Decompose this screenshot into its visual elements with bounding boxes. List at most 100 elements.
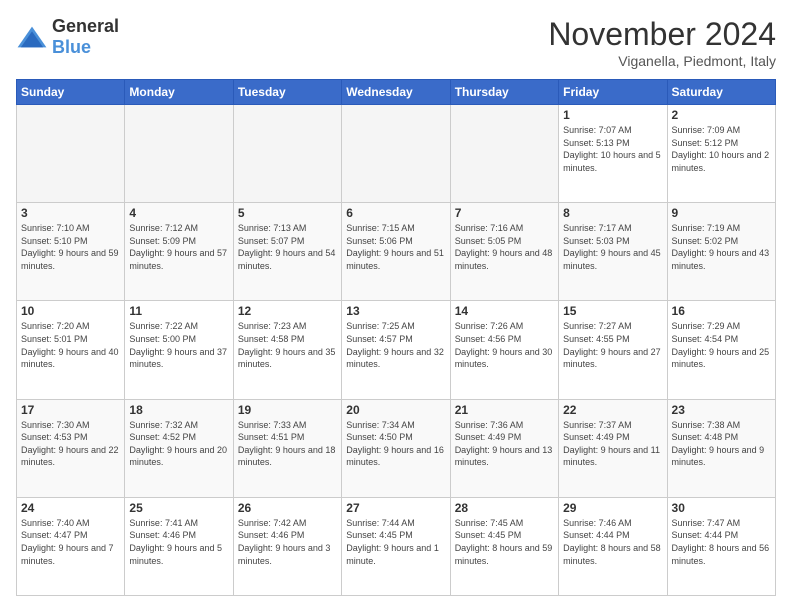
day-info: Sunrise: 7:07 AMSunset: 5:13 PMDaylight:…	[563, 124, 662, 174]
calendar-cell	[17, 105, 125, 203]
calendar-cell: 30 Sunrise: 7:47 AMSunset: 4:44 PMDayligh…	[667, 497, 775, 595]
day-info: Sunrise: 7:36 AMSunset: 4:49 PMDaylight:…	[455, 419, 554, 469]
day-number: 29	[563, 501, 662, 515]
header: General Blue November 2024 Viganella, Pi…	[16, 16, 776, 69]
calendar-cell: 22 Sunrise: 7:37 AMSunset: 4:49 PMDayligh…	[559, 399, 667, 497]
calendar-cell: 2 Sunrise: 7:09 AMSunset: 5:12 PMDaylight…	[667, 105, 775, 203]
calendar-cell: 8 Sunrise: 7:17 AMSunset: 5:03 PMDaylight…	[559, 203, 667, 301]
day-number: 18	[129, 403, 228, 417]
day-number: 3	[21, 206, 120, 220]
day-number: 6	[346, 206, 445, 220]
col-header-monday: Monday	[125, 80, 233, 105]
day-info: Sunrise: 7:19 AMSunset: 5:02 PMDaylight:…	[672, 222, 771, 272]
day-info: Sunrise: 7:23 AMSunset: 4:58 PMDaylight:…	[238, 320, 337, 370]
calendar-cell: 23 Sunrise: 7:38 AMSunset: 4:48 PMDayligh…	[667, 399, 775, 497]
day-number: 4	[129, 206, 228, 220]
calendar-cell: 27Sunrise: 7:44 AMSunset: 4:45 PMDayligh…	[342, 497, 450, 595]
calendar-cell: 5 Sunrise: 7:13 AMSunset: 5:07 PMDaylight…	[233, 203, 341, 301]
day-info: Sunrise: 7:15 AMSunset: 5:06 PMDaylight:…	[346, 222, 445, 272]
day-number: 23	[672, 403, 771, 417]
calendar-cell	[342, 105, 450, 203]
day-number: 12	[238, 304, 337, 318]
day-number: 25	[129, 501, 228, 515]
day-info: Sunrise: 7:46 AMSunset: 4:44 PMDaylight:…	[563, 517, 662, 567]
logo: General Blue	[16, 16, 119, 58]
calendar-cell: 3 Sunrise: 7:10 AMSunset: 5:10 PMDaylight…	[17, 203, 125, 301]
day-number: 5	[238, 206, 337, 220]
day-info: Sunrise: 7:41 AMSunset: 4:46 PMDaylight:…	[129, 517, 228, 567]
calendar-cell: 11 Sunrise: 7:22 AMSunset: 5:00 PMDayligh…	[125, 301, 233, 399]
calendar-cell: 29 Sunrise: 7:46 AMSunset: 4:44 PMDayligh…	[559, 497, 667, 595]
calendar-cell: 25 Sunrise: 7:41 AMSunset: 4:46 PMDayligh…	[125, 497, 233, 595]
day-info: Sunrise: 7:32 AMSunset: 4:52 PMDaylight:…	[129, 419, 228, 469]
logo-blue: Blue	[52, 37, 91, 57]
calendar-week-2: 3 Sunrise: 7:10 AMSunset: 5:10 PMDaylight…	[17, 203, 776, 301]
day-number: 20	[346, 403, 445, 417]
calendar-cell	[450, 105, 558, 203]
day-info: Sunrise: 7:16 AMSunset: 5:05 PMDaylight:…	[455, 222, 554, 272]
logo-general: General	[52, 16, 119, 36]
day-number: 13	[346, 304, 445, 318]
day-info: Sunrise: 7:13 AMSunset: 5:07 PMDaylight:…	[238, 222, 337, 272]
day-number: 22	[563, 403, 662, 417]
month-title: November 2024	[548, 16, 776, 53]
page: General Blue November 2024 Viganella, Pi…	[0, 0, 792, 612]
col-header-wednesday: Wednesday	[342, 80, 450, 105]
location: Viganella, Piedmont, Italy	[548, 53, 776, 69]
day-info: Sunrise: 7:26 AMSunset: 4:56 PMDaylight:…	[455, 320, 554, 370]
day-number: 10	[21, 304, 120, 318]
day-number: 2	[672, 108, 771, 122]
day-info: Sunrise: 7:38 AMSunset: 4:48 PMDaylight:…	[672, 419, 771, 469]
calendar-cell: 12 Sunrise: 7:23 AMSunset: 4:58 PMDayligh…	[233, 301, 341, 399]
day-info: Sunrise: 7:10 AMSunset: 5:10 PMDaylight:…	[21, 222, 120, 272]
calendar-cell: 19Sunrise: 7:33 AMSunset: 4:51 PMDayligh…	[233, 399, 341, 497]
calendar-week-5: 24Sunrise: 7:40 AMSunset: 4:47 PMDayligh…	[17, 497, 776, 595]
calendar-week-3: 10 Sunrise: 7:20 AMSunset: 5:01 PMDayligh…	[17, 301, 776, 399]
day-number: 26	[238, 501, 337, 515]
col-header-saturday: Saturday	[667, 80, 775, 105]
calendar-cell: 10 Sunrise: 7:20 AMSunset: 5:01 PMDayligh…	[17, 301, 125, 399]
calendar-week-1: 1 Sunrise: 7:07 AMSunset: 5:13 PMDaylight…	[17, 105, 776, 203]
day-number: 21	[455, 403, 554, 417]
col-header-sunday: Sunday	[17, 80, 125, 105]
title-section: November 2024 Viganella, Piedmont, Italy	[548, 16, 776, 69]
calendar-cell: 16Sunrise: 7:29 AMSunset: 4:54 PMDayligh…	[667, 301, 775, 399]
day-number: 9	[672, 206, 771, 220]
day-info: Sunrise: 7:42 AMSunset: 4:46 PMDaylight:…	[238, 517, 337, 567]
day-info: Sunrise: 7:34 AMSunset: 4:50 PMDaylight:…	[346, 419, 445, 469]
calendar-cell: 13Sunrise: 7:25 AMSunset: 4:57 PMDayligh…	[342, 301, 450, 399]
day-info: Sunrise: 7:22 AMSunset: 5:00 PMDaylight:…	[129, 320, 228, 370]
day-info: Sunrise: 7:45 AMSunset: 4:45 PMDaylight:…	[455, 517, 554, 567]
calendar-cell: 15Sunrise: 7:27 AMSunset: 4:55 PMDayligh…	[559, 301, 667, 399]
day-number: 15	[563, 304, 662, 318]
calendar-cell: 4 Sunrise: 7:12 AMSunset: 5:09 PMDaylight…	[125, 203, 233, 301]
calendar-cell: 9 Sunrise: 7:19 AMSunset: 5:02 PMDaylight…	[667, 203, 775, 301]
day-number: 7	[455, 206, 554, 220]
calendar-cell	[125, 105, 233, 203]
col-header-friday: Friday	[559, 80, 667, 105]
day-info: Sunrise: 7:44 AMSunset: 4:45 PMDaylight:…	[346, 517, 445, 567]
day-info: Sunrise: 7:12 AMSunset: 5:09 PMDaylight:…	[129, 222, 228, 272]
day-number: 1	[563, 108, 662, 122]
day-number: 14	[455, 304, 554, 318]
day-info: Sunrise: 7:17 AMSunset: 5:03 PMDaylight:…	[563, 222, 662, 272]
day-number: 17	[21, 403, 120, 417]
day-info: Sunrise: 7:47 AMSunset: 4:44 PMDaylight:…	[672, 517, 771, 567]
day-number: 28	[455, 501, 554, 515]
calendar-week-4: 17 Sunrise: 7:30 AMSunset: 4:53 PMDayligh…	[17, 399, 776, 497]
day-info: Sunrise: 7:20 AMSunset: 5:01 PMDaylight:…	[21, 320, 120, 370]
col-header-tuesday: Tuesday	[233, 80, 341, 105]
day-info: Sunrise: 7:09 AMSunset: 5:12 PMDaylight:…	[672, 124, 771, 174]
day-number: 30	[672, 501, 771, 515]
day-number: 11	[129, 304, 228, 318]
calendar-cell: 26 Sunrise: 7:42 AMSunset: 4:46 PMDayligh…	[233, 497, 341, 595]
day-number: 19	[238, 403, 337, 417]
day-info: Sunrise: 7:37 AMSunset: 4:49 PMDaylight:…	[563, 419, 662, 469]
day-info: Sunrise: 7:40 AMSunset: 4:47 PMDaylight:…	[21, 517, 120, 567]
calendar-cell: 17 Sunrise: 7:30 AMSunset: 4:53 PMDayligh…	[17, 399, 125, 497]
day-number: 8	[563, 206, 662, 220]
col-header-thursday: Thursday	[450, 80, 558, 105]
day-info: Sunrise: 7:29 AMSunset: 4:54 PMDaylight:…	[672, 320, 771, 370]
logo-icon	[16, 25, 48, 49]
day-info: Sunrise: 7:30 AMSunset: 4:53 PMDaylight:…	[21, 419, 120, 469]
